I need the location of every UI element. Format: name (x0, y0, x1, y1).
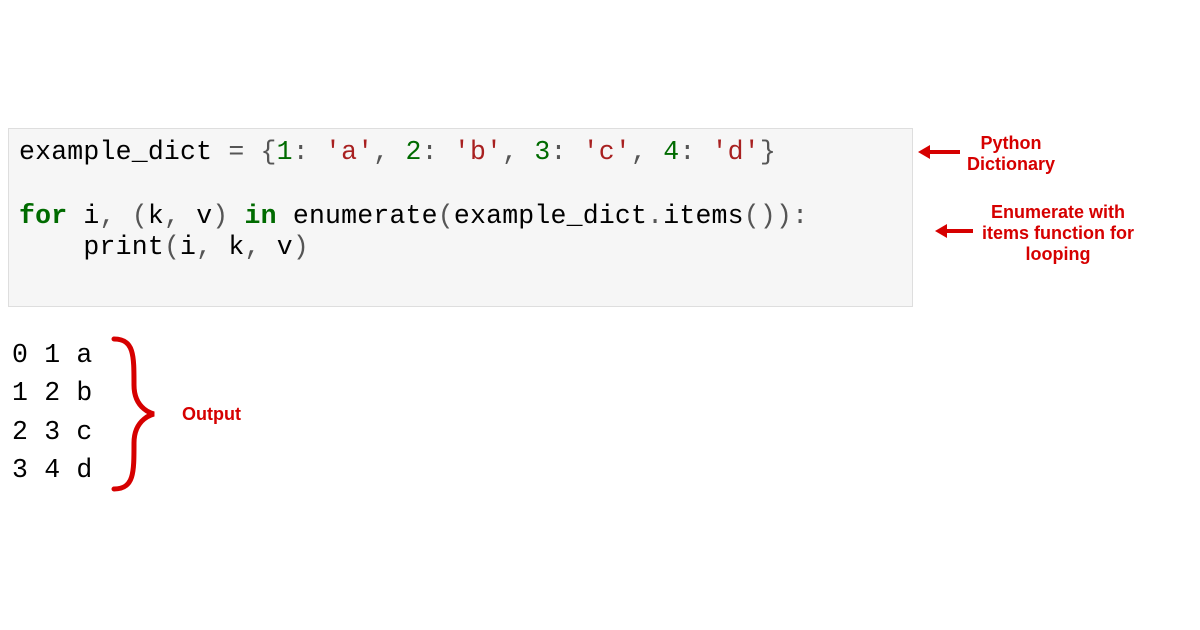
token-comma: , (196, 232, 228, 262)
token-number: 4 (663, 137, 679, 167)
token-keyword-for: for (19, 201, 67, 231)
token-colon: : (679, 137, 711, 167)
token-paren: ( (164, 232, 180, 262)
output-line: 2 3 c (12, 417, 93, 447)
token-string: 'c' (583, 137, 631, 167)
annotation-dictionary: Python Dictionary (967, 133, 1055, 175)
token-identifier: i (83, 201, 99, 231)
token-string: 'a' (325, 137, 373, 167)
annotation-output: Output (182, 404, 241, 425)
token-paren: ) (212, 201, 244, 231)
token-brace: { (261, 137, 277, 167)
token-number: 1 (277, 137, 293, 167)
output-line: 0 1 a (12, 340, 93, 370)
token-colon: : (550, 137, 582, 167)
token-paren: ) (776, 201, 792, 231)
token-string: 'd' (712, 137, 760, 167)
token-keyword-in: in (245, 201, 277, 231)
token-space (277, 201, 293, 231)
arrow-left-icon (918, 142, 960, 162)
arrow-left-icon (935, 221, 973, 241)
token-comma: , (100, 201, 132, 231)
token-string: 'b' (454, 137, 502, 167)
token-comma: , (244, 232, 276, 262)
diagram-stage: example_dict = {1: 'a', 2: 'b', 3: 'c', … (0, 0, 1200, 630)
token-comma: , (373, 137, 405, 167)
token-identifier: k (148, 201, 164, 231)
output-block: 0 1 a 1 2 b 2 3 c 3 4 d (12, 336, 93, 490)
output-line: 1 2 b (12, 378, 93, 408)
token-brace: } (760, 137, 776, 167)
brace-right-icon (104, 335, 174, 493)
token-call: () (744, 201, 776, 231)
token-number: 2 (406, 137, 422, 167)
code-content: example_dict = {1: 'a', 2: 'b', 3: 'c', … (19, 137, 902, 264)
token-space (67, 201, 83, 231)
token-identifier: k (228, 232, 244, 262)
token-comma: , (164, 201, 196, 231)
token-method-items: items (663, 201, 744, 231)
token-identifier: example_dict (19, 137, 212, 167)
token-identifier: example_dict (454, 201, 647, 231)
token-colon: : (293, 137, 325, 167)
token-colon: : (792, 201, 808, 231)
token-number: 3 (534, 137, 550, 167)
token-op: = (212, 137, 260, 167)
code-cell: example_dict = {1: 'a', 2: 'b', 3: 'c', … (8, 128, 913, 307)
token-identifier: v (196, 201, 212, 231)
token-builtin-print: print (83, 232, 164, 262)
output-line: 3 4 d (12, 455, 93, 485)
token-comma: , (502, 137, 534, 167)
token-identifier: i (180, 232, 196, 262)
token-paren: ( (438, 201, 454, 231)
token-colon: : (422, 137, 454, 167)
token-comma: , (631, 137, 663, 167)
token-dot: . (647, 201, 663, 231)
token-paren: ) (293, 232, 309, 262)
token-identifier: v (277, 232, 293, 262)
token-paren: ( (132, 201, 148, 231)
annotation-enumerate: Enumerate with items function for loopin… (982, 202, 1134, 266)
token-builtin-enumerate: enumerate (293, 201, 438, 231)
token-indent (19, 232, 83, 262)
